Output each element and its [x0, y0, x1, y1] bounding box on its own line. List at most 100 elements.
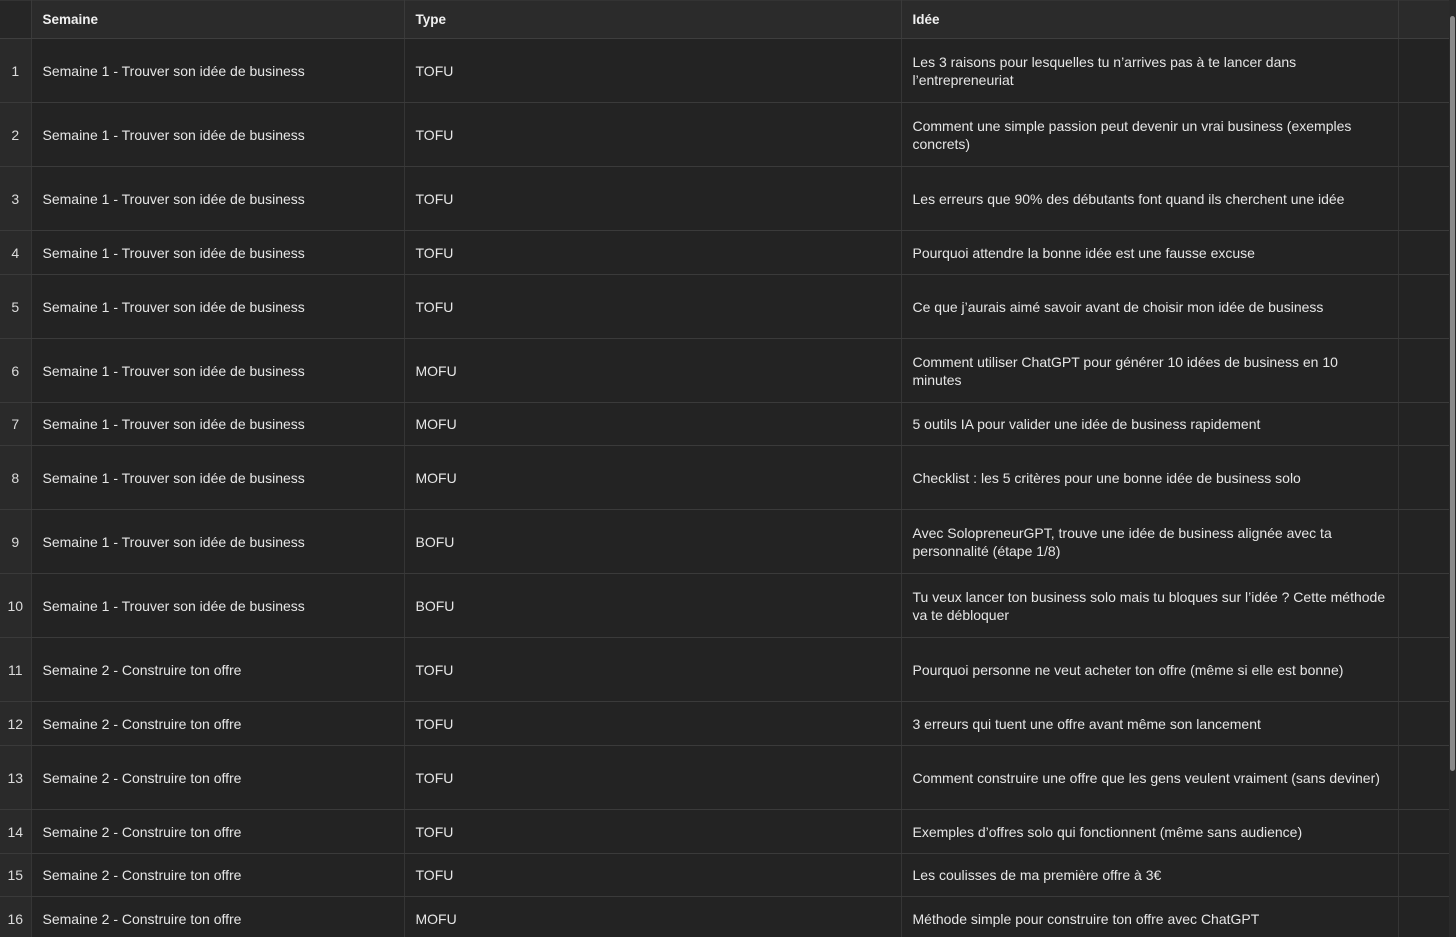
row-number[interactable]: 9 — [0, 509, 32, 574]
cell-empty[interactable] — [1398, 573, 1450, 638]
row-number[interactable]: 14 — [0, 809, 32, 854]
cell-idee[interactable]: 5 outils IA pour valider une idée de bus… — [901, 402, 1399, 446]
cell-idee[interactable]: Les erreurs que 90% des débutants font q… — [901, 166, 1399, 231]
row-number[interactable]: 4 — [0, 230, 32, 275]
column-header-type[interactable]: Type — [404, 0, 902, 39]
table-row[interactable]: 1 Semaine 1 - Trouver son idée de busine… — [0, 38, 1450, 103]
table-row[interactable]: 13 Semaine 2 - Construire ton offre TOFU… — [0, 745, 1450, 810]
table-row[interactable]: 4 Semaine 1 - Trouver son idée de busine… — [0, 230, 1450, 275]
table-row[interactable]: 8 Semaine 1 - Trouver son idée de busine… — [0, 445, 1450, 510]
cell-type[interactable]: TOFU — [404, 38, 902, 103]
cell-empty[interactable] — [1398, 338, 1450, 403]
table-row[interactable]: 5 Semaine 1 - Trouver son idée de busine… — [0, 274, 1450, 339]
cell-type[interactable]: TOFU — [404, 701, 902, 746]
cell-type[interactable]: TOFU — [404, 853, 902, 897]
cell-semaine[interactable]: Semaine 2 - Construire ton offre — [31, 701, 405, 746]
cell-semaine[interactable]: Semaine 1 - Trouver son idée de business — [31, 338, 405, 403]
table-row[interactable]: 2 Semaine 1 - Trouver son idée de busine… — [0, 102, 1450, 167]
table-row[interactable]: 7 Semaine 1 - Trouver son idée de busine… — [0, 402, 1450, 446]
table-row[interactable]: 11 Semaine 2 - Construire ton offre TOFU… — [0, 637, 1450, 702]
cell-semaine[interactable]: Semaine 2 - Construire ton offre — [31, 809, 405, 854]
cell-empty[interactable] — [1398, 445, 1450, 510]
column-header-semaine[interactable]: Semaine — [31, 0, 405, 39]
cell-type[interactable]: TOFU — [404, 809, 902, 854]
table-row[interactable]: 3 Semaine 1 - Trouver son idée de busine… — [0, 166, 1450, 231]
row-number[interactable]: 5 — [0, 274, 32, 339]
cell-semaine[interactable]: Semaine 1 - Trouver son idée de business — [31, 166, 405, 231]
column-header-idee[interactable]: Idée — [901, 0, 1399, 39]
cell-idee[interactable]: Checklist : les 5 critères pour une bonn… — [901, 445, 1399, 510]
table-row[interactable]: 9 Semaine 1 - Trouver son idée de busine… — [0, 509, 1450, 574]
row-number[interactable]: 16 — [0, 896, 32, 937]
cell-empty[interactable] — [1398, 102, 1450, 167]
cell-empty[interactable] — [1398, 509, 1450, 574]
cell-type[interactable]: MOFU — [404, 896, 902, 937]
cell-idee[interactable]: 3 erreurs qui tuent une offre avant même… — [901, 701, 1399, 746]
cell-idee[interactable]: Comment utiliser ChatGPT pour générer 10… — [901, 338, 1399, 403]
cell-semaine[interactable]: Semaine 2 - Construire ton offre — [31, 637, 405, 702]
cell-empty[interactable] — [1398, 809, 1450, 854]
table-row[interactable]: 14 Semaine 2 - Construire ton offre TOFU… — [0, 809, 1450, 854]
row-number[interactable]: 11 — [0, 637, 32, 702]
cell-empty[interactable] — [1398, 402, 1450, 446]
cell-type[interactable]: TOFU — [404, 230, 902, 275]
cell-idee[interactable]: Les 3 raisons pour lesquelles tu n’arriv… — [901, 38, 1399, 103]
cell-empty[interactable] — [1398, 745, 1450, 810]
cell-empty[interactable] — [1398, 38, 1450, 103]
cell-type[interactable]: MOFU — [404, 338, 902, 403]
cell-idee[interactable]: Pourquoi attendre la bonne idée est une … — [901, 230, 1399, 275]
cell-idee[interactable]: Pourquoi personne ne veut acheter ton of… — [901, 637, 1399, 702]
cell-type[interactable]: TOFU — [404, 102, 902, 167]
cell-idee[interactable]: Avec SolopreneurGPT, trouve une idée de … — [901, 509, 1399, 574]
cell-type[interactable]: BOFU — [404, 573, 902, 638]
table-row[interactable]: 6 Semaine 1 - Trouver son idée de busine… — [0, 338, 1450, 403]
row-number[interactable]: 12 — [0, 701, 32, 746]
cell-semaine[interactable]: Semaine 1 - Trouver son idée de business — [31, 573, 405, 638]
cell-semaine[interactable]: Semaine 1 - Trouver son idée de business — [31, 509, 405, 574]
cell-idee[interactable]: Méthode simple pour construire ton offre… — [901, 896, 1399, 937]
cell-semaine[interactable]: Semaine 2 - Construire ton offre — [31, 853, 405, 897]
cell-idee[interactable]: Exemples d’offres solo qui fonctionnent … — [901, 809, 1399, 854]
scrollbar-thumb[interactable] — [1450, 16, 1455, 771]
row-number[interactable]: 6 — [0, 338, 32, 403]
row-number[interactable]: 8 — [0, 445, 32, 510]
table-row[interactable]: 10 Semaine 1 - Trouver son idée de busin… — [0, 573, 1450, 638]
cell-semaine[interactable]: Semaine 2 - Construire ton offre — [31, 896, 405, 937]
row-number[interactable]: 3 — [0, 166, 32, 231]
cell-idee[interactable]: Ce que j’aurais aimé savoir avant de cho… — [901, 274, 1399, 339]
cell-type[interactable]: MOFU — [404, 445, 902, 510]
cell-semaine[interactable]: Semaine 1 - Trouver son idée de business — [31, 102, 405, 167]
row-number[interactable]: 7 — [0, 402, 32, 446]
cell-semaine[interactable]: Semaine 1 - Trouver son idée de business — [31, 38, 405, 103]
row-number[interactable]: 10 — [0, 573, 32, 638]
column-header-empty[interactable] — [1398, 0, 1450, 39]
cell-idee[interactable]: Les coulisses de ma première offre à 3€ — [901, 853, 1399, 897]
cell-empty[interactable] — [1398, 230, 1450, 275]
cell-idee[interactable]: Tu veux lancer ton business solo mais tu… — [901, 573, 1399, 638]
cell-semaine[interactable]: Semaine 1 - Trouver son idée de business — [31, 445, 405, 510]
table-row[interactable]: 12 Semaine 2 - Construire ton offre TOFU… — [0, 701, 1450, 746]
cell-type[interactable]: TOFU — [404, 637, 902, 702]
cell-empty[interactable] — [1398, 701, 1450, 746]
row-number[interactable]: 13 — [0, 745, 32, 810]
cell-empty[interactable] — [1398, 274, 1450, 339]
row-index-header[interactable] — [0, 0, 32, 39]
cell-type[interactable]: TOFU — [404, 274, 902, 339]
cell-empty[interactable] — [1398, 853, 1450, 897]
row-number[interactable]: 1 — [0, 38, 32, 103]
cell-empty[interactable] — [1398, 637, 1450, 702]
row-number[interactable]: 15 — [0, 853, 32, 897]
cell-semaine[interactable]: Semaine 1 - Trouver son idée de business — [31, 402, 405, 446]
cell-semaine[interactable]: Semaine 2 - Construire ton offre — [31, 745, 405, 810]
table-row[interactable]: 16 Semaine 2 - Construire ton offre MOFU… — [0, 896, 1450, 937]
row-number[interactable]: 2 — [0, 102, 32, 167]
cell-type[interactable]: TOFU — [404, 745, 902, 810]
cell-idee[interactable]: Comment une simple passion peut devenir … — [901, 102, 1399, 167]
cell-type[interactable]: BOFU — [404, 509, 902, 574]
table-row[interactable]: 15 Semaine 2 - Construire ton offre TOFU… — [0, 853, 1450, 897]
cell-semaine[interactable]: Semaine 1 - Trouver son idée de business — [31, 274, 405, 339]
cell-type[interactable]: MOFU — [404, 402, 902, 446]
cell-idee[interactable]: Comment construire une offre que les gen… — [901, 745, 1399, 810]
cell-semaine[interactable]: Semaine 1 - Trouver son idée de business — [31, 230, 405, 275]
cell-empty[interactable] — [1398, 896, 1450, 937]
